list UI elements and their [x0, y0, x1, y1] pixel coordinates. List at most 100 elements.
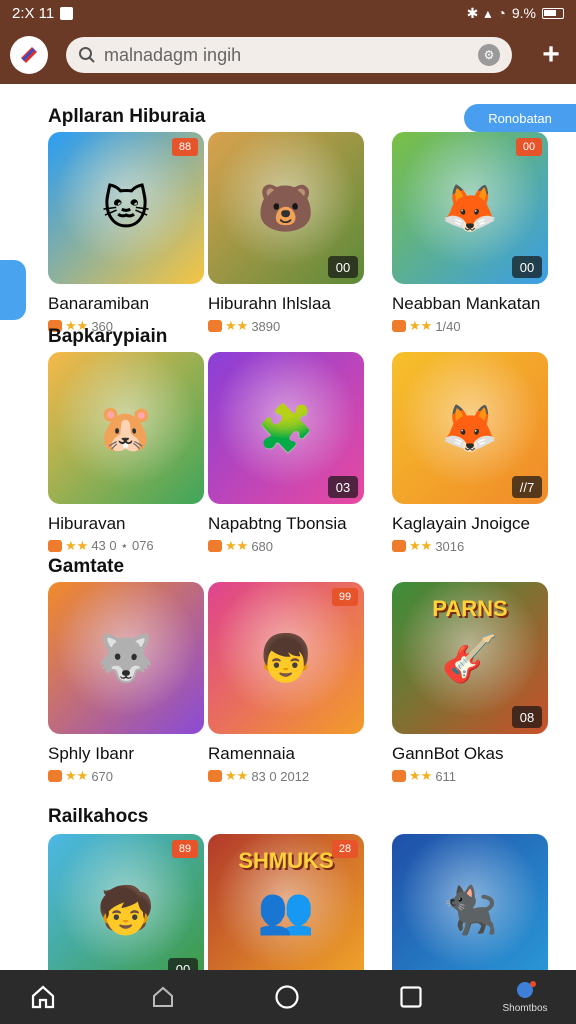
star-icon: ★★: [409, 768, 433, 783]
count-badge: 08: [512, 706, 542, 728]
count-badge: 00: [512, 256, 542, 278]
promo-button[interactable]: Ronobatan: [464, 104, 576, 132]
rating-value: 3890: [251, 318, 281, 334]
app-rating: ★★ 43 0 ⋆ 076: [48, 538, 204, 554]
section-title: Bapkarypiain: [48, 326, 168, 347]
nav-profile-label: Shomtbos: [502, 1003, 548, 1014]
app-thumbnail[interactable]: 👥 SHMUKS 28: [208, 834, 364, 970]
circle-home-icon: [275, 985, 299, 1009]
app-thumbnail[interactable]: 🐱 88: [48, 132, 204, 284]
nav-profile-button[interactable]: Shomtbos: [490, 970, 560, 1024]
tag-icon: [48, 770, 62, 782]
cartoon-bear-icon: 🐹: [97, 401, 155, 454]
app-card[interactable]: 🐈‍⬛: [392, 834, 548, 970]
corner-badge: 28: [332, 840, 358, 858]
nav-recents-button[interactable]: [388, 970, 434, 1024]
app-rating: ★★ 3890: [208, 318, 364, 334]
app-thumbnail[interactable]: 👦 99: [208, 582, 364, 734]
tag-icon: [48, 540, 62, 552]
app-thumbnail[interactable]: 🎸 PARNS 08: [392, 582, 548, 734]
star-icon: ★★: [225, 538, 249, 553]
app-rating: ★★ 83 0 2012: [208, 768, 364, 784]
app-thumbnail[interactable]: 🧒 89 00: [48, 834, 204, 970]
search-input[interactable]: malnadagm ingih: [104, 45, 478, 66]
count-badge: 00: [328, 256, 358, 278]
star-icon: ★★: [65, 768, 89, 783]
app-thumbnail[interactable]: 🐻 00: [208, 132, 364, 284]
rating-value: 3016: [435, 538, 465, 554]
section-title: Gamtate: [48, 556, 125, 577]
puzzle-blocks-icon: 🧩: [257, 401, 315, 454]
app-title: Banaramiban: [48, 294, 150, 313]
tag-icon: [392, 320, 406, 332]
rating-value: 680: [251, 538, 274, 554]
section-title: Railkahocs: [48, 806, 149, 827]
nav-home-outline-button[interactable]: [140, 970, 186, 1024]
app-title: Hiburahn Ihlslaa: [208, 294, 331, 313]
home-icon: [31, 985, 55, 1009]
app-card[interactable]: 🧒 89 00: [48, 834, 204, 970]
settings-icon[interactable]: ⚙: [478, 44, 500, 66]
cartoon-kid-icon: 👦: [257, 631, 315, 684]
rating-value: 83 0 2012: [251, 768, 310, 784]
search-bar[interactable]: malnadagm ingih ⚙: [66, 37, 512, 73]
app-thumbnail[interactable]: 🐈‍⬛: [392, 834, 548, 970]
app-thumbnail[interactable]: 🦊 //7: [392, 352, 548, 504]
count-badge: 03: [328, 476, 358, 498]
content-area[interactable]: Ronobatan Apllaran Hiburaia 🐱 88 Banaramiba…: [0, 84, 576, 970]
cartoon-fox-icon: 🦊: [441, 181, 499, 234]
tag-icon: [392, 770, 406, 782]
app-card[interactable]: 🦊 //7 Kaglayain Jnoigce ★★ 3016: [392, 352, 548, 554]
app-card[interactable]: 🦊 00 00 Neabban Mankatan ★★ 1/40: [392, 132, 548, 334]
nav-home-button[interactable]: [20, 970, 66, 1024]
cartoon-wolf-icon: 🐺: [97, 631, 155, 684]
app-rating: ★★ 3016: [392, 538, 548, 554]
app-bar: malnadagm ingih ⚙ +: [0, 26, 576, 84]
app-card[interactable]: 🧩 03 Napabtng Tbonsia ★★ 680: [208, 352, 364, 554]
tag-icon: [208, 770, 222, 782]
corner-badge: 00: [516, 138, 542, 156]
cartoon-kid-icon: 🧒: [97, 883, 155, 936]
profile-icon: [517, 981, 536, 998]
app-title: GannBot Okas: [392, 744, 504, 763]
signal-icon: ▴: [484, 4, 492, 21]
cartoon-fox-icon: 🦊: [441, 401, 499, 454]
nav-circle-button[interactable]: [264, 970, 310, 1024]
side-drawer-handle[interactable]: [0, 260, 26, 320]
app-card[interactable]: 🎸 PARNS 08 GannBot Okas ★★ 611: [392, 582, 548, 784]
square-recents-icon: [400, 986, 422, 1008]
wifi-icon: ◔: [497, 5, 506, 21]
app-thumbnail[interactable]: 🐺: [48, 582, 204, 734]
status-time: 2:X 11: [12, 4, 55, 22]
add-button[interactable]: +: [536, 38, 566, 72]
tag-icon: [208, 540, 222, 552]
cartoon-cat-icon: 🐱: [102, 182, 150, 234]
app-thumbnail[interactable]: 🐹: [48, 352, 204, 504]
app-thumbnail[interactable]: 🦊 00 00: [392, 132, 548, 284]
app-rating: ★★ 670: [48, 768, 204, 784]
rating-value: 43 0 ⋆ 076: [91, 538, 154, 553]
app-card[interactable]: 🐺 Sphly Ibanr ★★ 670: [48, 582, 204, 784]
game-poster-icon: 🎸: [441, 631, 499, 684]
app-card[interactable]: 🐱 88 Banaramiban ★★ 360: [48, 132, 204, 334]
corner-badge: 89: [172, 840, 198, 858]
app-title: Ramennaia: [208, 744, 295, 763]
notification-icon: [60, 6, 74, 20]
star-icon: ★★: [409, 318, 433, 333]
app-card[interactable]: 👦 99 Ramennaia ★★ 83 0 2012: [208, 582, 364, 784]
star-icon: ★★: [225, 768, 249, 783]
app-thumbnail[interactable]: 🧩 03: [208, 352, 364, 504]
group-poster-icon: 👥: [257, 883, 315, 936]
corner-badge: 99: [332, 588, 358, 606]
app-card[interactable]: 👥 SHMUKS 28: [208, 834, 364, 970]
app-card[interactable]: 🐹 Hiburavan ★★ 43 0 ⋆ 076: [48, 352, 204, 554]
battery-text: 9.%: [511, 5, 536, 21]
bluetooth-icon: ✱: [466, 4, 479, 21]
star-icon: ★★: [65, 538, 89, 553]
app-title: Napabtng Tbonsia: [208, 514, 347, 533]
app-rating: ★★ 1/40: [392, 318, 548, 334]
app-logo-icon[interactable]: [10, 36, 48, 74]
app-card[interactable]: 🐻 00 Hiburahn Ihlslaa ★★ 3890: [208, 132, 364, 334]
app-title: Sphly Ibanr: [48, 744, 134, 763]
count-badge: //7: [512, 476, 542, 498]
